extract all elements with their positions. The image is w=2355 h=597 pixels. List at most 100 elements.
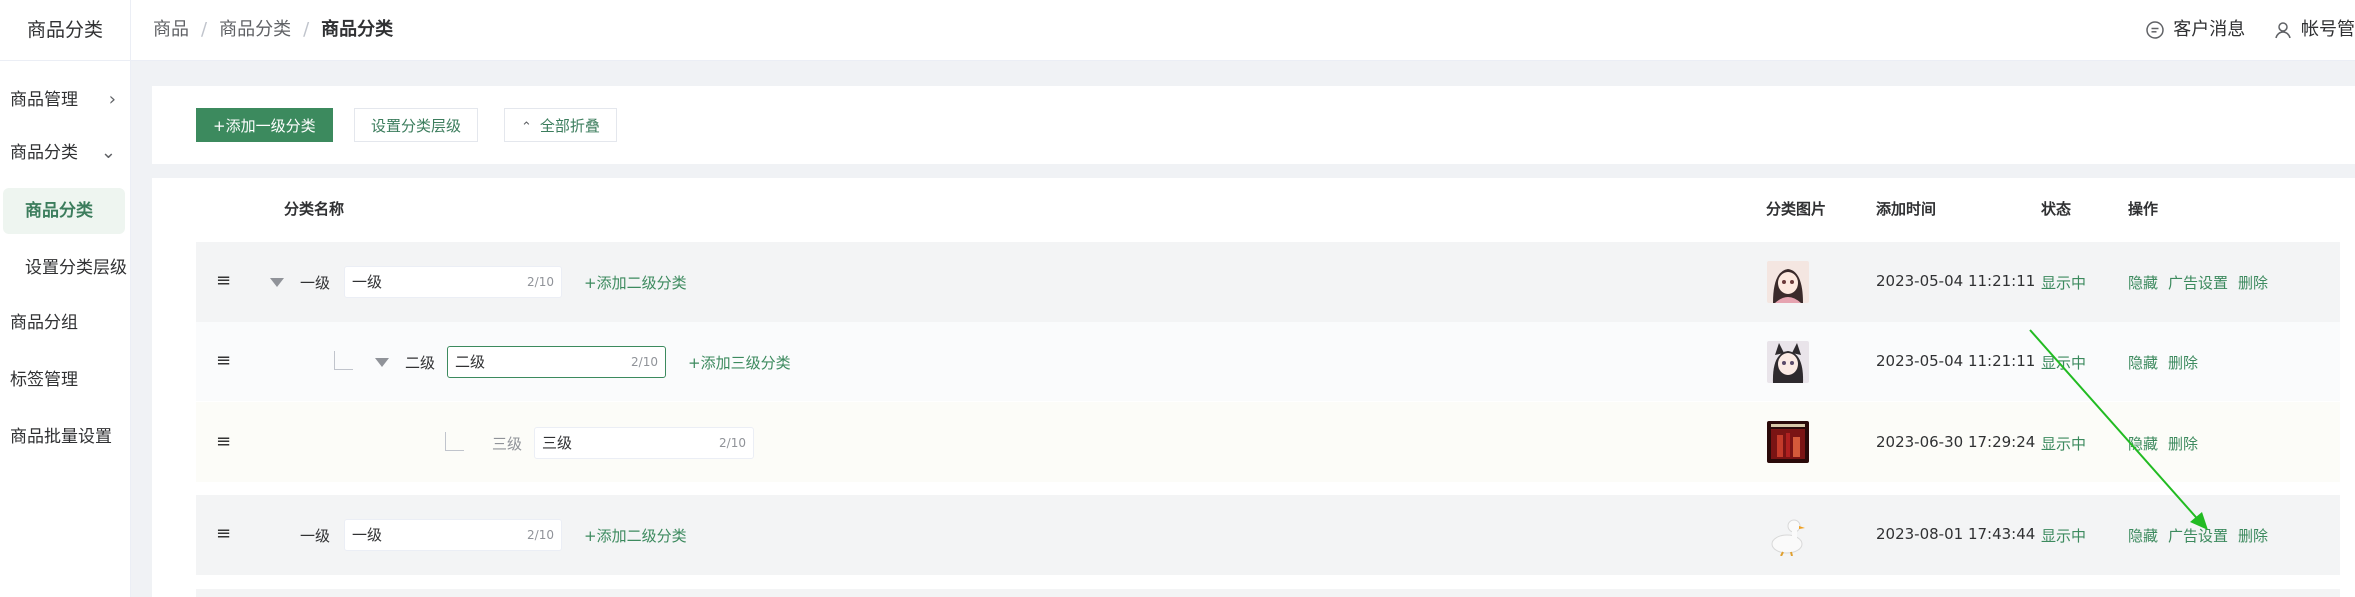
breadcrumb: 商品 / 商品分类 / 商品分类	[153, 0, 393, 60]
add-subcategory-link[interactable]: +添加三级分类	[688, 352, 791, 373]
caret-down-icon[interactable]	[270, 278, 284, 287]
row-actions: 隐藏 删除	[2128, 352, 2208, 373]
drag-handle-icon[interactable]: ≡	[216, 350, 231, 371]
tree-connector	[445, 432, 464, 451]
account-label: 帐号管	[2301, 19, 2355, 40]
created-time: 2023-06-30 17:29:24	[1876, 433, 2036, 451]
sidebar-item-label: 商品管理	[10, 90, 78, 110]
hide-button[interactable]: 隐藏	[2128, 435, 2158, 453]
breadcrumb-item[interactable]: 商品分类	[219, 19, 291, 40]
input-value: 一级	[352, 273, 383, 291]
char-count: 2/10	[719, 436, 746, 450]
category-name-input[interactable]: 一级 2/10	[344, 266, 562, 298]
input-value: 二级	[455, 353, 486, 371]
delete-button[interactable]: 删除	[2168, 354, 2198, 372]
status-badge: 显示中	[2041, 274, 2087, 292]
ad-settings-button[interactable]: 广告设置	[2168, 274, 2228, 292]
caret-down-icon[interactable]	[375, 358, 389, 367]
top-bar-actions: 客户消息 帐号管	[2145, 0, 2355, 60]
delete-button[interactable]: 删除	[2238, 274, 2268, 292]
category-name-input[interactable]: 一级 2/10	[344, 519, 562, 551]
category-image	[1767, 421, 1809, 463]
level-label: 二级	[405, 354, 436, 372]
table-row	[196, 589, 2340, 597]
category-name-input[interactable]: 三级 2/10	[534, 427, 754, 459]
collapse-all-label: 全部折叠	[539, 117, 600, 135]
top-bar: 商品 / 商品分类 / 商品分类 客户消息 帐号管	[131, 0, 2355, 61]
row-actions: 隐藏 广告设置 删除	[2128, 272, 2278, 293]
sidebar-item-label: 标签管理	[10, 370, 78, 390]
breadcrumb-item[interactable]: 商品	[153, 19, 189, 40]
customer-messages-button[interactable]: 客户消息	[2145, 0, 2245, 60]
input-value: 三级	[542, 434, 573, 452]
input-value: 一级	[352, 526, 383, 544]
hide-button[interactable]: 隐藏	[2128, 274, 2158, 292]
created-time: 2023-05-04 11:21:11	[1876, 272, 2036, 290]
category-image	[1767, 261, 1809, 303]
customer-messages-label: 客户消息	[2173, 19, 2246, 40]
level-label: 一级	[300, 527, 331, 545]
table-row: ≡ 一级 一级 2/10 +添加二级分类 2023-05-04 11:21:11…	[196, 242, 2340, 322]
column-header-image: 分类图片	[1766, 200, 1827, 218]
char-count: 2/10	[631, 355, 658, 369]
breadcrumb-separator: /	[303, 19, 310, 40]
sidebar-item-product-category[interactable]: 商品分类 ⌄	[0, 135, 130, 171]
user-icon	[2275, 22, 2291, 39]
category-image	[1767, 341, 1809, 383]
drag-handle-icon[interactable]: ≡	[216, 523, 231, 544]
column-header-status: 状态	[2041, 200, 2072, 218]
created-time: 2023-08-01 17:43:44	[1876, 525, 2036, 543]
sidebar-item-tags[interactable]: 标签管理	[0, 362, 130, 398]
sidebar-item-label: 商品分类	[10, 143, 78, 163]
status-badge: 显示中	[2041, 354, 2087, 372]
drag-handle-icon[interactable]: ≡	[216, 270, 231, 291]
set-levels-button[interactable]: 设置分类层级	[354, 108, 479, 142]
sidebar-item-product-management[interactable]: 商品管理 ›	[0, 82, 130, 118]
table-row: ≡ 二级 二级 2/10 +添加三级分类 2023-05-04 11:21:11…	[196, 322, 2340, 401]
sidebar: 商品分类 商品管理 › 商品分类 ⌄ 商品分类 设置分类层级 商品分组 标签管理…	[0, 0, 131, 597]
status-badge: 显示中	[2041, 527, 2087, 545]
add-subcategory-link[interactable]: +添加二级分类	[584, 525, 687, 546]
sidebar-item-product-group[interactable]: 商品分组	[0, 305, 130, 341]
created-time: 2023-05-04 11:21:11	[1876, 352, 2036, 370]
sidebar-item-label: 商品批量设置	[10, 427, 112, 447]
category-image	[1767, 514, 1809, 556]
hide-button[interactable]: 隐藏	[2128, 354, 2158, 372]
drag-handle-icon[interactable]: ≡	[216, 431, 231, 452]
delete-button[interactable]: 删除	[2238, 527, 2268, 545]
add-subcategory-link[interactable]: +添加二级分类	[584, 272, 687, 293]
breadcrumb-current: 商品分类	[321, 19, 394, 40]
sidebar-item-set-levels[interactable]: 设置分类层级	[0, 250, 130, 286]
sidebar-title: 商品分类	[0, 0, 130, 61]
sidebar-item-label: 商品分类	[25, 201, 93, 221]
level-label: 一级	[300, 274, 331, 292]
status-badge: 显示中	[2041, 435, 2087, 453]
toolbar-card: +添加一级分类 设置分类层级 ⌃ 全部折叠	[152, 86, 2355, 164]
char-count: 2/10	[527, 528, 554, 542]
category-name-input[interactable]: 二级 2/10	[447, 346, 666, 378]
sidebar-item-label: 商品分组	[10, 313, 78, 333]
chevron-down-icon: ⌄	[100, 142, 116, 163]
chevron-up-icon: ⌃	[521, 120, 532, 135]
sidebar-item-batch-settings[interactable]: 商品批量设置	[0, 419, 130, 455]
chevron-right-icon: ›	[108, 89, 116, 110]
table-row: ≡ 一级 一级 2/10 +添加二级分类 2023-08-01 17:43:44…	[196, 495, 2340, 575]
add-level1-button[interactable]: +添加一级分类	[196, 108, 333, 142]
hide-button[interactable]: 隐藏	[2128, 527, 2158, 545]
account-menu-button[interactable]: 帐号管	[2273, 0, 2355, 60]
breadcrumb-separator: /	[201, 19, 208, 40]
message-icon	[2146, 21, 2165, 39]
delete-button[interactable]: 删除	[2168, 435, 2198, 453]
row-actions: 隐藏 广告设置 删除	[2128, 525, 2278, 546]
row-actions: 隐藏 删除	[2128, 433, 2208, 454]
column-header-ops: 操作	[2128, 200, 2159, 218]
collapse-all-button[interactable]: ⌃ 全部折叠	[504, 108, 617, 142]
ad-settings-button[interactable]: 广告设置	[2168, 527, 2228, 545]
table-row: ≡ 三级 三级 2/10 2023-06-30 17:29:24 显示中 隐藏删…	[196, 402, 2340, 482]
category-table: 分类名称 分类图片 添加时间 状态 操作 ≡ 一级 一级 2/10 +添加二级分…	[152, 178, 2355, 597]
column-header-name: 分类名称	[284, 200, 345, 218]
char-count: 2/10	[527, 275, 554, 289]
sidebar-item-label: 设置分类层级	[25, 258, 127, 278]
sidebar-item-category-active[interactable]: 商品分类	[3, 188, 125, 234]
column-header-time: 添加时间	[1876, 200, 1937, 218]
